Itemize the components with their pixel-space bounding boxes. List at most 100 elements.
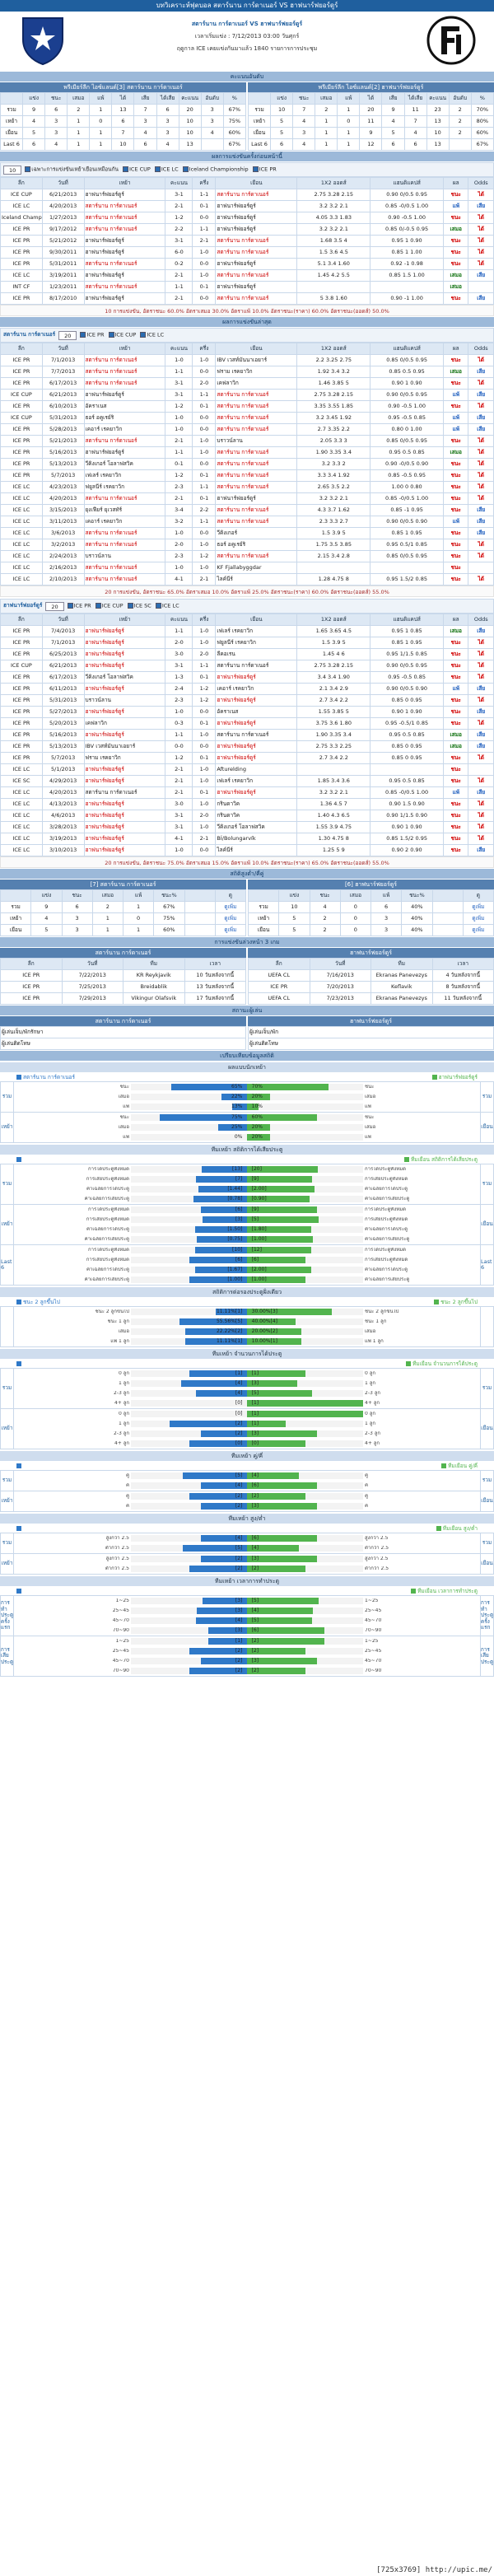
filter-option[interactable]: ICE SC <box>127 603 151 609</box>
filter-option[interactable]: Iceland Championship <box>182 166 249 173</box>
table-cell: 4 <box>403 127 427 139</box>
filter-option[interactable]: ICE PR <box>252 166 277 173</box>
table-cell: ได้ <box>468 235 494 247</box>
future-tables: สตาร์นาน การ์ดาเนอร์ ลีก วันที่ ทีม เวลา ICE… <box>0 948 494 1005</box>
table-cell: เสีย <box>468 516 494 528</box>
compare-home-value: [2] <box>235 1556 243 1561</box>
filter-option[interactable]: ICE CUP <box>95 603 124 609</box>
checkbox-icon[interactable] <box>140 332 147 338</box>
table-cell: ผู้เล่นติดโทษ <box>248 1038 494 1050</box>
table-cell: 0.85 1 1.00 <box>370 246 445 259</box>
checkbox-icon[interactable] <box>252 166 259 173</box>
table-cell: ได้ <box>468 377 494 390</box>
table-cell: ชนะ <box>443 550 469 562</box>
table-cell: เสีย <box>468 389 494 401</box>
table-header-cell: Odds <box>468 343 494 355</box>
filter-option[interactable]: ICE CUP <box>123 166 151 173</box>
table-cell: ได้ <box>468 258 494 270</box>
table-cell: 1 <box>315 127 338 139</box>
recent-away-count-select[interactable]: 20 <box>45 601 64 611</box>
filter-option[interactable]: ICE LC <box>155 603 179 609</box>
checkbox-icon[interactable] <box>127 603 133 609</box>
table-cell: 17 วันหลังจากนี้ <box>184 992 246 1005</box>
match-teams: สตาร์นาน การ์ดาเนอร์ VS ฮาฟนาร์ฟยอร์ดูร์ <box>191 21 303 27</box>
compare-away-label: แพ้ 1 ลูก <box>365 1338 384 1344</box>
compare-row: แพ้ 1 ลูก 11.11%[1] 10.00%[1] แพ้ 1 ลูก <box>16 1337 478 1346</box>
filter-option[interactable]: ICE PR <box>80 332 105 338</box>
table-row: ICE PR 5/31/2011 สตาร์นาน การ์ดาเนอร์ 0-2 0-… <box>0 258 494 270</box>
table-cell: 67% <box>470 138 494 151</box>
compare-row: 0 ลูก [1] [1] 0 ลูก <box>16 1369 478 1379</box>
compare-bar-track: [2] [2] <box>131 1493 363 1500</box>
checkbox-icon[interactable] <box>154 166 161 173</box>
compare-row: 4+ ลูก [0] [1] 4+ ลูก <box>16 1398 478 1408</box>
compare-bar-track: [2] [2] <box>131 1566 363 1572</box>
table-cell[interactable]: ดูเพิ่ม <box>462 924 494 936</box>
table-cell: กรินดาวิค <box>215 798 298 810</box>
checkbox-icon[interactable] <box>108 332 114 338</box>
table-cell: 0.90 1 0.90 <box>370 377 445 390</box>
recent-home-count-select[interactable]: 20 <box>58 330 77 340</box>
table-cell: ชนะ <box>443 775 469 787</box>
compare-home-value: [2] <box>235 1503 243 1509</box>
checkbox-icon[interactable] <box>155 603 161 609</box>
table-header-cell: เวลา <box>184 958 246 970</box>
table-cell: ICE CUP <box>0 660 43 672</box>
checkbox-icon[interactable] <box>95 603 101 609</box>
table-cell: 9 <box>30 901 63 913</box>
table-cell: 0 <box>122 912 155 925</box>
filter-option[interactable]: ICE LC <box>140 332 164 338</box>
compare-row: ค่าเฉลี่ยการเสียประตู [0.78] [0.90] ค่าเฉลี… <box>16 1194 478 1204</box>
table-cell: 1.30 4.75 8 <box>296 833 371 845</box>
compare-home-label: คี่ <box>125 1503 129 1509</box>
table-cell[interactable]: ดูเพิ่ม <box>462 912 494 925</box>
compare-away-value: [0] <box>251 1440 259 1446</box>
table-header-cell <box>0 889 32 902</box>
compare-group: ชนะ 2 ลูกขึ้นไป 11.11%[1] 30.00%[3] ชนะ 2 ล… <box>0 1306 494 1347</box>
table-cell[interactable]: ดูเพิ่ม <box>214 901 247 913</box>
table-cell: ได้ <box>468 492 494 505</box>
h2h-count-select[interactable]: 10 <box>3 165 22 175</box>
table-row: ICE LC 3/6/2013 สตาร์นาน การ์ดาเนอร์ 1-0 0-0… <box>0 527 494 539</box>
filter-option[interactable]: ICE CUP <box>108 332 136 338</box>
checkbox-icon[interactable] <box>25 166 31 173</box>
compare-side-label: เหย้า <box>1 1113 14 1142</box>
table-cell[interactable]: ดูเพิ่ม <box>214 912 247 925</box>
table-cell: 4.3 3.7 1.62 <box>296 504 371 516</box>
table-cell: สตาร์นาน การ์ดาเนอร์ <box>83 354 166 366</box>
checkbox-icon[interactable] <box>67 603 73 609</box>
compare-bar-track: 75% 60% <box>131 1114 363 1121</box>
table-header-cell: แข่ง <box>278 889 310 902</box>
filter-option[interactable]: ICE LC <box>154 166 179 173</box>
table-header-cell: เสมอ <box>91 889 124 902</box>
table-row: ผู้เล่นเจ็บ/พัก <box>248 1026 494 1038</box>
table-cell: ICE LC <box>0 763 43 776</box>
table-cell: ไลค์นีร์ <box>215 844 298 856</box>
compare-away-value: 60% <box>251 1114 263 1120</box>
table-cell: ICE PR <box>0 740 43 753</box>
table-row: ICE PR 8/17/2010 ฮาฟนาร์ฟยอร์ดูร์ 2-1 0-0 สตา… <box>0 292 494 305</box>
compare-home-value: [0] <box>235 1440 243 1446</box>
checkbox-icon[interactable] <box>123 166 128 173</box>
table-cell: 0-1 <box>192 281 217 293</box>
compare-away-label: คู่ <box>365 1472 369 1478</box>
checkbox-icon[interactable] <box>182 166 189 173</box>
table-cell: 1-0 <box>165 412 193 424</box>
table-cell: ICE LC <box>0 833 43 845</box>
legend-away-label: ทีมเยือน คู่/คี่ <box>448 1463 478 1469</box>
filter-option[interactable]: เฉพาะการแข่งขันเหย้าเยือนเหมือนกัน <box>25 166 119 173</box>
compare-home-value: 22.22%[2] <box>216 1328 243 1334</box>
table-cell[interactable]: ดูเพิ่ม <box>462 901 494 913</box>
table-header-cell: ลีก <box>0 614 43 626</box>
table-cell[interactable]: ดูเพิ่ม <box>214 924 247 936</box>
filter-option[interactable]: ICE PR <box>67 603 91 609</box>
compare-row: การเสียประตูทั้งหมด [3] [5] การเสียประตูทั้… <box>16 1215 478 1225</box>
compare-away-value: [2.00] <box>251 1267 267 1272</box>
checkbox-icon[interactable] <box>80 332 86 338</box>
table-header-cell: แพ้ <box>89 92 113 105</box>
table-cell: 0.90 0/0.5 0.90 <box>370 516 445 528</box>
table-cell: 13 <box>111 104 135 116</box>
table-cell: 0.90 -0/0.5 0.90 <box>370 458 445 470</box>
compare-side-label: เยือน <box>480 1554 493 1574</box>
table-cell: 2 <box>315 104 338 116</box>
